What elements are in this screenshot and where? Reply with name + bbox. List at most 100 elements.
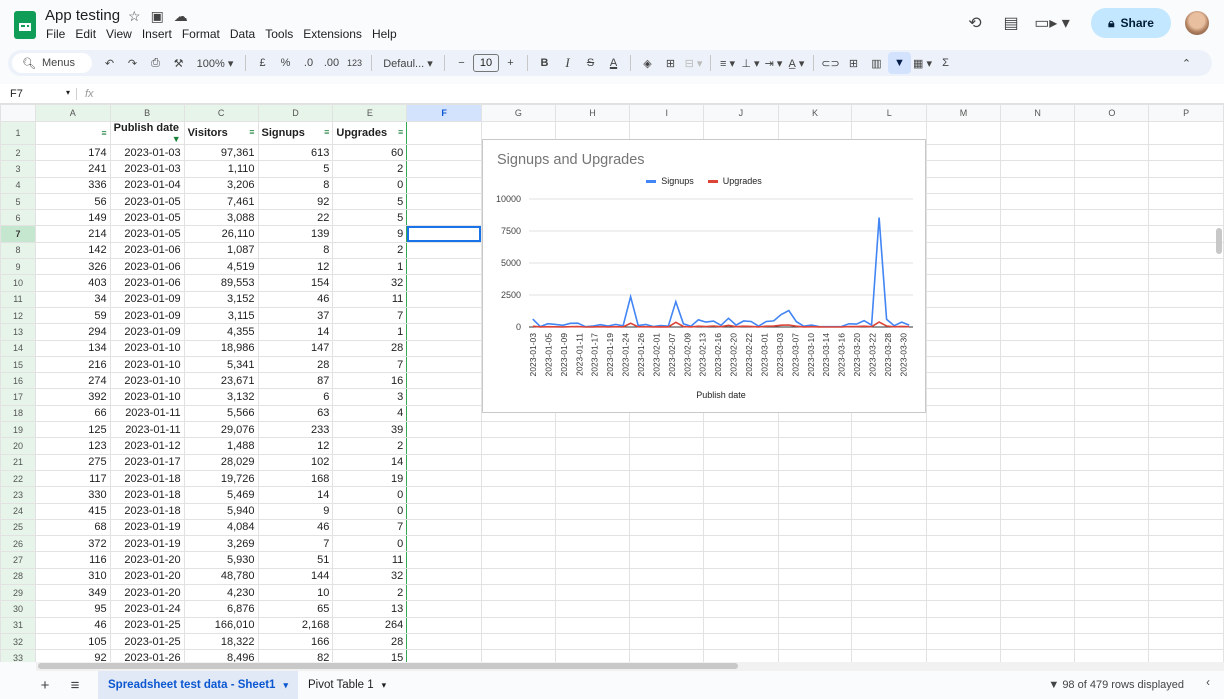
cell[interactable]: 117 [34, 469, 111, 488]
cell[interactable] [999, 225, 1076, 243]
cell[interactable]: 89,553 [183, 274, 259, 292]
menu-file[interactable]: File [46, 27, 70, 41]
cell[interactable] [999, 323, 1076, 341]
cell[interactable] [926, 600, 1001, 618]
cell[interactable]: 2023-01-25 [109, 632, 185, 651]
cell[interactable] [406, 518, 482, 537]
strikethrough-button[interactable]: S [579, 57, 602, 69]
cell[interactable]: 8,496 [183, 649, 259, 662]
cell[interactable] [554, 632, 631, 651]
cell[interactable]: 166,010 [183, 616, 259, 634]
cell[interactable]: 116 [34, 551, 111, 569]
cell[interactable] [1074, 518, 1150, 537]
menu-data[interactable]: Data [230, 27, 260, 41]
column-header-n[interactable]: N [999, 104, 1076, 122]
cell[interactable] [480, 437, 556, 455]
cell[interactable]: 214 [34, 225, 111, 243]
cell[interactable] [406, 453, 482, 471]
cell[interactable] [1074, 143, 1150, 162]
cell[interactable] [851, 632, 928, 651]
cell[interactable] [1148, 567, 1224, 586]
cell[interactable]: 134 [34, 339, 111, 357]
cell[interactable] [926, 486, 1001, 504]
cell[interactable] [999, 404, 1076, 423]
cell[interactable]: 2023-01-12 [109, 437, 185, 455]
cell[interactable]: 2023-01-06 [109, 274, 185, 292]
row-header[interactable]: 9 [0, 258, 36, 276]
cell[interactable] [703, 453, 779, 471]
row-header[interactable]: 4 [0, 176, 36, 194]
cell[interactable] [406, 323, 482, 341]
column-header-o[interactable]: O [1074, 104, 1150, 122]
cell[interactable]: 2023-01-18 [109, 486, 185, 504]
cell[interactable] [851, 535, 928, 553]
cell[interactable] [406, 535, 482, 553]
row-header[interactable]: 1 [0, 121, 36, 145]
cell[interactable]: 2023-01-10 [109, 355, 185, 374]
cell[interactable] [1148, 176, 1224, 194]
cell[interactable] [926, 241, 1001, 260]
row-header[interactable]: 7 [0, 225, 36, 243]
cell[interactable] [629, 469, 705, 488]
cell[interactable] [777, 518, 853, 537]
cell[interactable]: 4 [332, 404, 408, 423]
cell[interactable]: 19,726 [183, 469, 259, 488]
cell[interactable] [406, 421, 482, 439]
cell[interactable] [1148, 404, 1224, 423]
cell[interactable] [1148, 502, 1224, 520]
cell[interactable] [1148, 160, 1224, 178]
cell[interactable]: 5,930 [183, 551, 259, 569]
cell[interactable]: 2023-01-05 [109, 209, 185, 227]
cell[interactable] [1074, 258, 1150, 276]
cell[interactable] [777, 551, 853, 569]
cell[interactable] [851, 518, 928, 537]
vertical-align-icon[interactable]: ⊥ ▾ [739, 57, 762, 70]
cell[interactable] [999, 388, 1076, 406]
cell[interactable] [629, 453, 705, 471]
row-header[interactable]: 17 [0, 388, 36, 406]
cell[interactable] [999, 600, 1076, 618]
cell[interactable]: 14 [257, 486, 334, 504]
cell[interactable]: 63 [257, 404, 334, 423]
cell[interactable] [480, 616, 556, 634]
cell[interactable] [1074, 535, 1150, 553]
menu-tools[interactable]: Tools [265, 27, 298, 41]
cell[interactable] [1074, 290, 1150, 308]
cell[interactable]: 5 [257, 160, 334, 178]
row-header[interactable]: 32 [0, 632, 36, 651]
cell[interactable] [406, 632, 482, 651]
cell[interactable] [1074, 339, 1150, 357]
font-size-input[interactable]: 10 [473, 54, 499, 72]
cell[interactable]: 613 [257, 143, 334, 162]
cell[interactable]: 92 [34, 649, 111, 662]
row-header[interactable]: 25 [0, 518, 36, 537]
cell[interactable] [1148, 632, 1224, 651]
row-header[interactable]: 26 [0, 535, 36, 553]
insert-comment-icon[interactable]: ⊞ [842, 57, 865, 70]
cell[interactable]: 2,168 [257, 616, 334, 634]
cell[interactable]: 48,780 [183, 567, 259, 586]
cell[interactable]: 0 [332, 176, 408, 194]
cell[interactable]: 7 [332, 306, 408, 325]
scrollbar-thumb[interactable] [38, 663, 738, 669]
cell[interactable] [703, 551, 779, 569]
cell[interactable] [777, 453, 853, 471]
cell[interactable]: 22 [257, 209, 334, 227]
cell[interactable] [480, 567, 556, 586]
row-header[interactable]: 27 [0, 551, 36, 569]
cell[interactable]: 8 [257, 176, 334, 194]
cell[interactable] [629, 486, 705, 504]
cell[interactable] [406, 274, 482, 292]
cell[interactable]: 7 [332, 518, 408, 537]
cell[interactable] [926, 258, 1001, 276]
menu-view[interactable]: View [106, 27, 137, 41]
cell[interactable] [999, 518, 1076, 537]
cell[interactable] [1074, 486, 1150, 504]
text-rotation-icon[interactable]: A̲ ▾ [785, 57, 808, 70]
select-all-corner[interactable] [0, 104, 36, 122]
cell[interactable]: 66 [34, 404, 111, 423]
column-header-h[interactable]: H [554, 104, 631, 122]
cell[interactable]: 46 [34, 616, 111, 634]
cell[interactable]: 2023-01-18 [109, 469, 185, 488]
column-header-p[interactable]: P [1148, 104, 1224, 122]
